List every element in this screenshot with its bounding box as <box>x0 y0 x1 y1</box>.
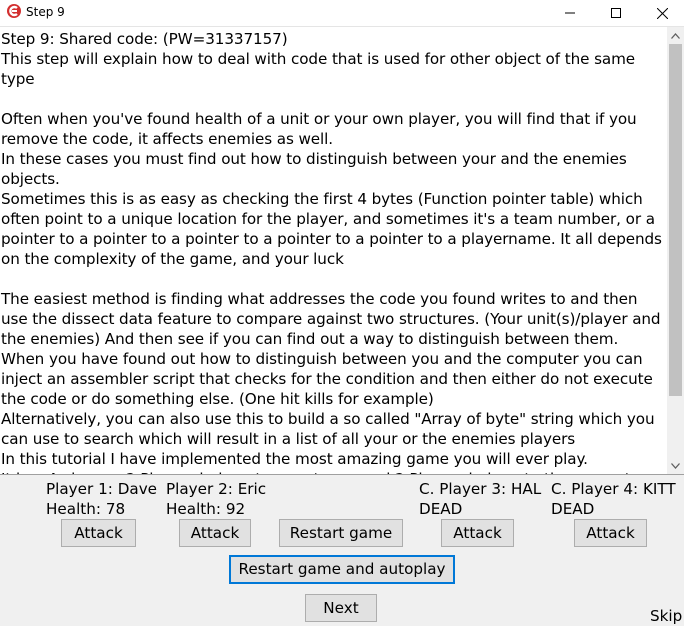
player-2-name: Player 2: Eric <box>166 480 267 498</box>
attack-player-2-button[interactable]: Attack <box>179 519 251 547</box>
attack-player-1-button[interactable]: Attack <box>61 519 136 547</box>
minimize-icon <box>565 12 575 14</box>
scroll-up-button[interactable] <box>667 27 684 44</box>
attack-player-3-button[interactable]: Attack <box>441 519 514 547</box>
minimize-button[interactable] <box>547 0 593 26</box>
close-button[interactable] <box>639 0 684 26</box>
restart-and-autoplay-button[interactable]: Restart game and autoplay <box>229 555 455 584</box>
restart-game-button[interactable]: Restart game <box>279 519 403 547</box>
maximize-icon <box>611 8 621 18</box>
player-2-info: Player 2: Eric Health: 92 <box>166 479 266 519</box>
title-bar[interactable]: Step 9 <box>0 0 684 27</box>
player-1-status: Health: 78 <box>46 500 126 518</box>
skip-link[interactable]: Skip <box>650 606 682 626</box>
player-3-name: C. Player 3: HAL <box>419 480 542 498</box>
player-1-name: Player 1: Dave <box>46 480 158 498</box>
window-title: Step 9 <box>26 5 65 19</box>
scroll-thumb[interactable] <box>669 44 682 396</box>
maximize-button[interactable] <box>593 0 639 26</box>
close-icon <box>656 7 668 19</box>
player-3-status: DEAD <box>419 500 463 518</box>
attack-player-4-button[interactable]: Attack <box>574 519 647 547</box>
chevron-up-icon <box>671 32 680 39</box>
next-button[interactable]: Next <box>305 594 377 622</box>
player-2-status: Health: 92 <box>166 500 246 518</box>
vertical-scrollbar[interactable] <box>667 27 684 474</box>
player-4-status: DEAD <box>551 500 595 518</box>
cheat-engine-icon <box>7 4 21 18</box>
chevron-down-icon <box>671 462 680 469</box>
tutorial-window: Step 9 Step 9: Shared code: (PW=31337157… <box>0 0 684 626</box>
player-4-info: C. Player 4: KITT DEAD <box>551 479 676 519</box>
player-1-info: Player 1: Dave Health: 78 <box>46 479 157 519</box>
player-3-info: C. Player 3: HAL DEAD <box>419 479 541 519</box>
player-4-name: C. Player 4: KITT <box>551 480 676 498</box>
tutorial-text: Step 9: Shared code: (PW=31337157) This … <box>1 30 662 474</box>
scroll-down-button[interactable] <box>667 457 684 474</box>
tutorial-text-area[interactable]: Step 9: Shared code: (PW=31337157) This … <box>0 27 684 475</box>
